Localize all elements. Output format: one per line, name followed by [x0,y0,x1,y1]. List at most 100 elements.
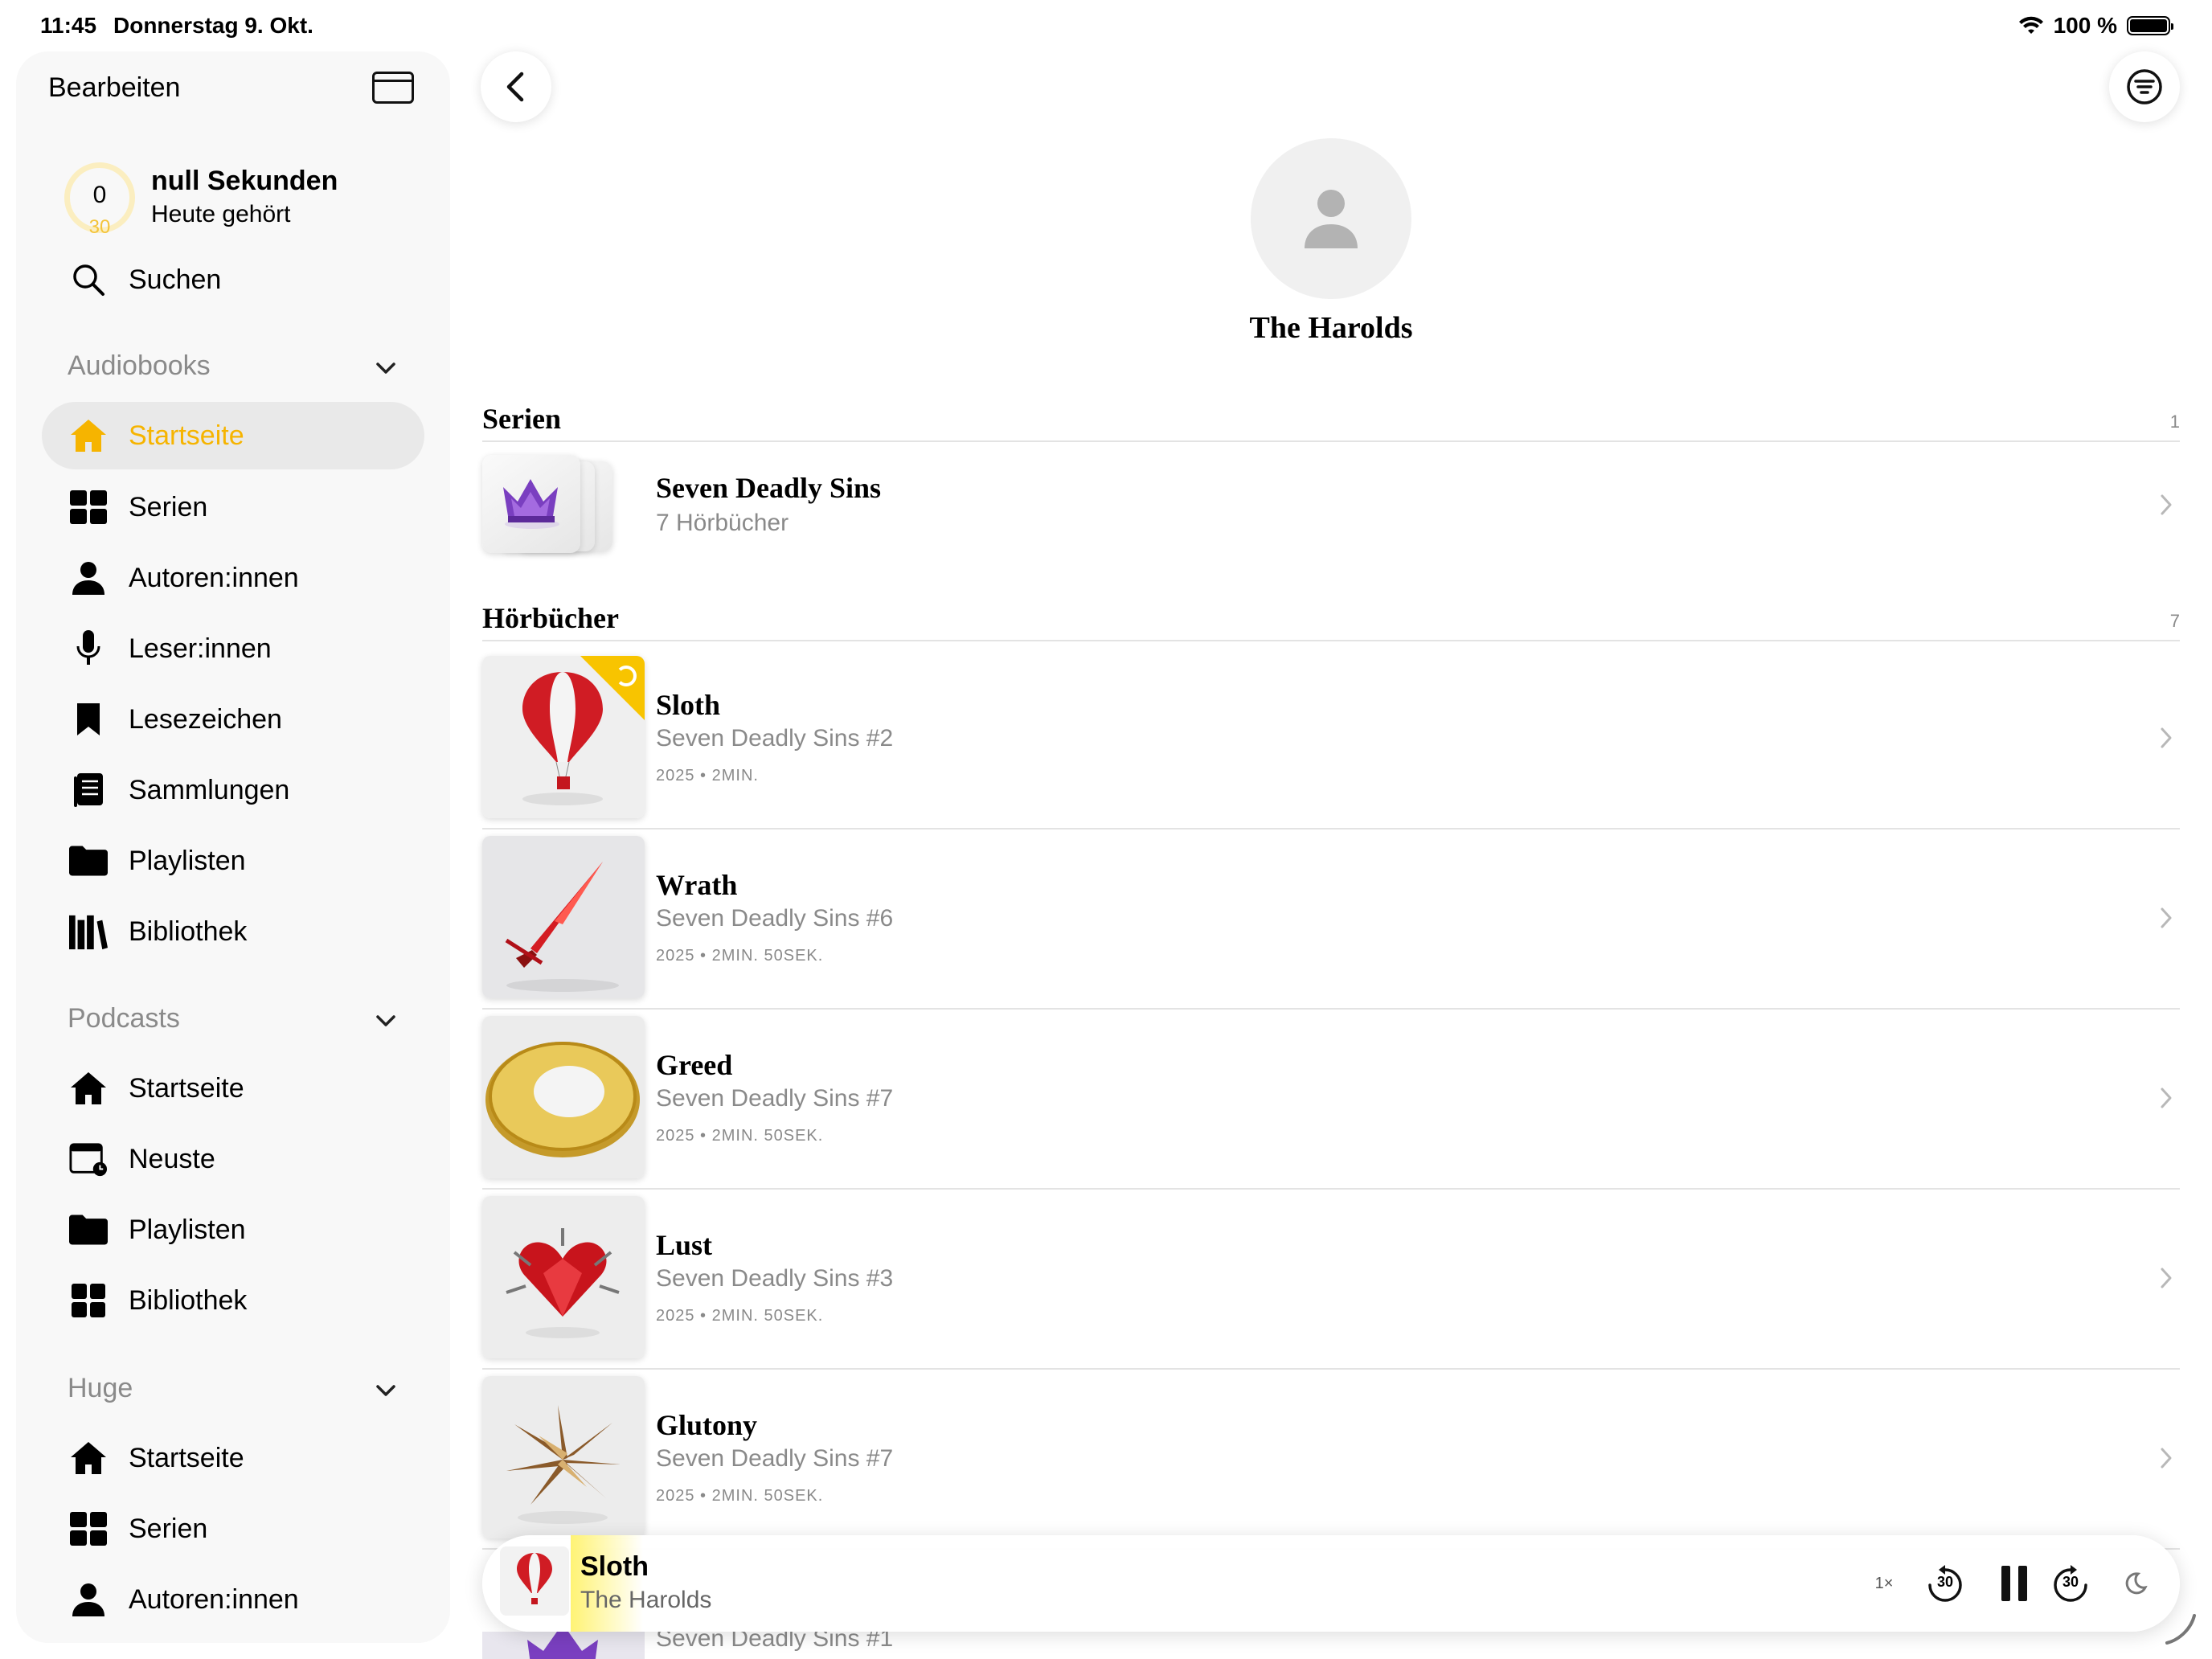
book-meta: 2025 • 2MIN. 50SEK. [656,947,824,965]
sidebar-item-audiobooks-home[interactable]: Startseite [42,402,424,469]
book-row[interactable]: Wrath Seven Deadly Sins #6 2025 • 2MIN. … [482,830,2180,1010]
person-icon [69,1580,108,1619]
book-row[interactable]: Lust Seven Deadly Sins #3 2025 • 2MIN. 5… [482,1190,2180,1370]
status-time: 11:45 [40,13,97,38]
chevron-down-icon[interactable] [375,357,397,379]
sidebar-item-huge-series[interactable]: Serien [16,1495,450,1563]
sidebar-item-search[interactable]: Suchen [16,246,450,313]
resize-handle-icon[interactable] [2162,1611,2199,1648]
sidebar-item-huge-authors[interactable]: Autoren:innen [16,1566,450,1633]
series-count: 7 Hörbücher [656,510,789,536]
sidebar-toggle-icon[interactable] [372,72,414,104]
book-title: Sloth [656,689,721,721]
microphone-icon [69,629,108,668]
chevron-left-icon [506,72,524,102]
sidebar-item-podcasts-playlists[interactable]: Playlisten [16,1196,450,1264]
sidebar-item-label: Serien [129,1513,208,1544]
listening-value: 0 [92,182,107,208]
search-icon [69,260,108,299]
house-icon [69,1439,108,1477]
player-author: The Harolds [580,1587,712,1613]
mini-player[interactable]: Sloth The Harolds 1× 30 30 [482,1535,2180,1632]
book-series: Seven Deadly Sins #3 [656,1265,894,1292]
skip-forward-button[interactable]: 30 [2048,1559,2093,1608]
chevron-down-icon[interactable] [375,1010,397,1032]
book-meta: 2025 • 2MIN. 50SEK. [656,1307,824,1325]
section-audiobooks[interactable]: Audiobooks [68,350,211,382]
section-huge[interactable]: Huge [68,1373,133,1404]
book-cover [482,836,645,998]
battery-percent: 100 % [2053,13,2117,38]
grid-icon [69,1281,108,1320]
book-cover [482,1016,645,1178]
book-row-partial[interactable]: Seven Deadly Sins #1 [482,1632,2180,1659]
sidebar-item-label: Neuste [129,1143,215,1174]
skip-back-button[interactable]: 30 [1923,1559,1968,1608]
series-row[interactable]: Seven Deadly Sins 7 Hörbücher [482,455,2180,555]
filter-icon [2127,69,2162,104]
sidebar-item-audiobooks-series[interactable]: Serien [16,473,450,541]
book-series: Seven Deadly Sins #7 [656,1085,894,1112]
sidebar-item-huge-home[interactable]: Startseite [16,1424,450,1492]
sidebar-item-label: Leser:innen [129,633,272,664]
listening-time-subtitle: Heute gehört [151,201,291,227]
sidebar-item-podcasts-latest[interactable]: Neuste [16,1125,450,1193]
sidebar-item-audiobooks-collections[interactable]: Sammlungen [16,756,450,824]
book-row[interactable]: Greed Seven Deadly Sins #7 2025 • 2MIN. … [482,1010,2180,1190]
series-section-header: Serien 1 [482,402,2180,442]
sidebar-item-label: Serien [129,491,208,522]
series-cover-stack [482,455,640,555]
sidebar-item-label: Sammlungen [129,774,290,805]
house-icon [69,416,108,455]
book-title: Lust [656,1229,713,1261]
sidebar-item-podcasts-home[interactable]: Startseite [16,1055,450,1122]
person-icon [1305,190,1358,248]
sidebar-item-audiobooks-authors[interactable]: Autoren:innen [16,544,450,612]
sidebar-item-label: Playlisten [129,1214,246,1245]
book-title: Greed [656,1049,733,1081]
sidebar-item-label: Bibliothek [129,1284,248,1316]
grid-icon [69,1509,108,1548]
series-title: Seven Deadly Sins [656,472,882,504]
chevron-down-icon[interactable] [375,1379,397,1402]
author-name: The Harolds [1249,311,1413,345]
book-title: Glutony [656,1409,758,1441]
book-row[interactable]: Sloth Seven Deadly Sins #2 2025 • 2MIN. [482,649,2180,830]
sidebar-item-audiobooks-library[interactable]: Bibliothek [16,898,450,965]
player-title: Sloth [580,1551,649,1582]
book-meta: 2025 • 2MIN. 50SEK. [656,1487,824,1505]
edit-button[interactable]: Bearbeiten [48,72,180,104]
book-series: Seven Deadly Sins #7 [656,1445,894,1472]
listening-goal-ring[interactable]: 0 30 [64,162,135,238]
chevron-right-icon [2161,1448,2172,1469]
section-count: 7 [2169,611,2180,631]
sidebar-item-podcasts-library[interactable]: Bibliothek [16,1267,450,1334]
pause-button[interactable] [1992,1559,2037,1608]
book-meta: 2025 • 2MIN. 50SEK. [656,1127,824,1145]
folder-icon [69,842,108,880]
sidebar-item-label: Bibliothek [129,916,248,947]
section-title: Serien [482,403,561,435]
listening-goal: 30 [88,216,111,238]
sleep-timer-button[interactable] [2117,1559,2154,1608]
folder-icon [69,1210,108,1249]
section-count: 1 [2169,412,2180,432]
sidebar-item-audiobooks-bookmarks[interactable]: Lesezeichen [16,686,450,753]
sidebar-item-audiobooks-narrators[interactable]: Leser:innen [16,615,450,682]
sidebar-item-audiobooks-playlists[interactable]: Playlisten [16,827,450,895]
book-series: Seven Deadly Sins #2 [656,725,894,752]
sidebar-item-label: Suchen [129,264,222,295]
player-artwork [500,1546,569,1616]
back-button[interactable] [481,51,551,122]
book-row[interactable]: Glutony Seven Deadly Sins #7 2025 • 2MIN… [482,1370,2180,1550]
playback-speed-button[interactable]: 1× [1868,1559,1900,1608]
sidebar: Bearbeiten 0 30 null Sekunden Heute gehö… [16,51,450,1643]
chevron-right-icon [2161,727,2172,748]
author-avatar [1251,138,1411,299]
house-icon [69,1069,108,1108]
filter-button[interactable] [2109,51,2180,122]
chevron-right-icon [2161,1088,2172,1108]
book-cover [482,1196,645,1358]
book-title: Wrath [656,869,738,901]
section-podcasts[interactable]: Podcasts [68,1003,180,1034]
